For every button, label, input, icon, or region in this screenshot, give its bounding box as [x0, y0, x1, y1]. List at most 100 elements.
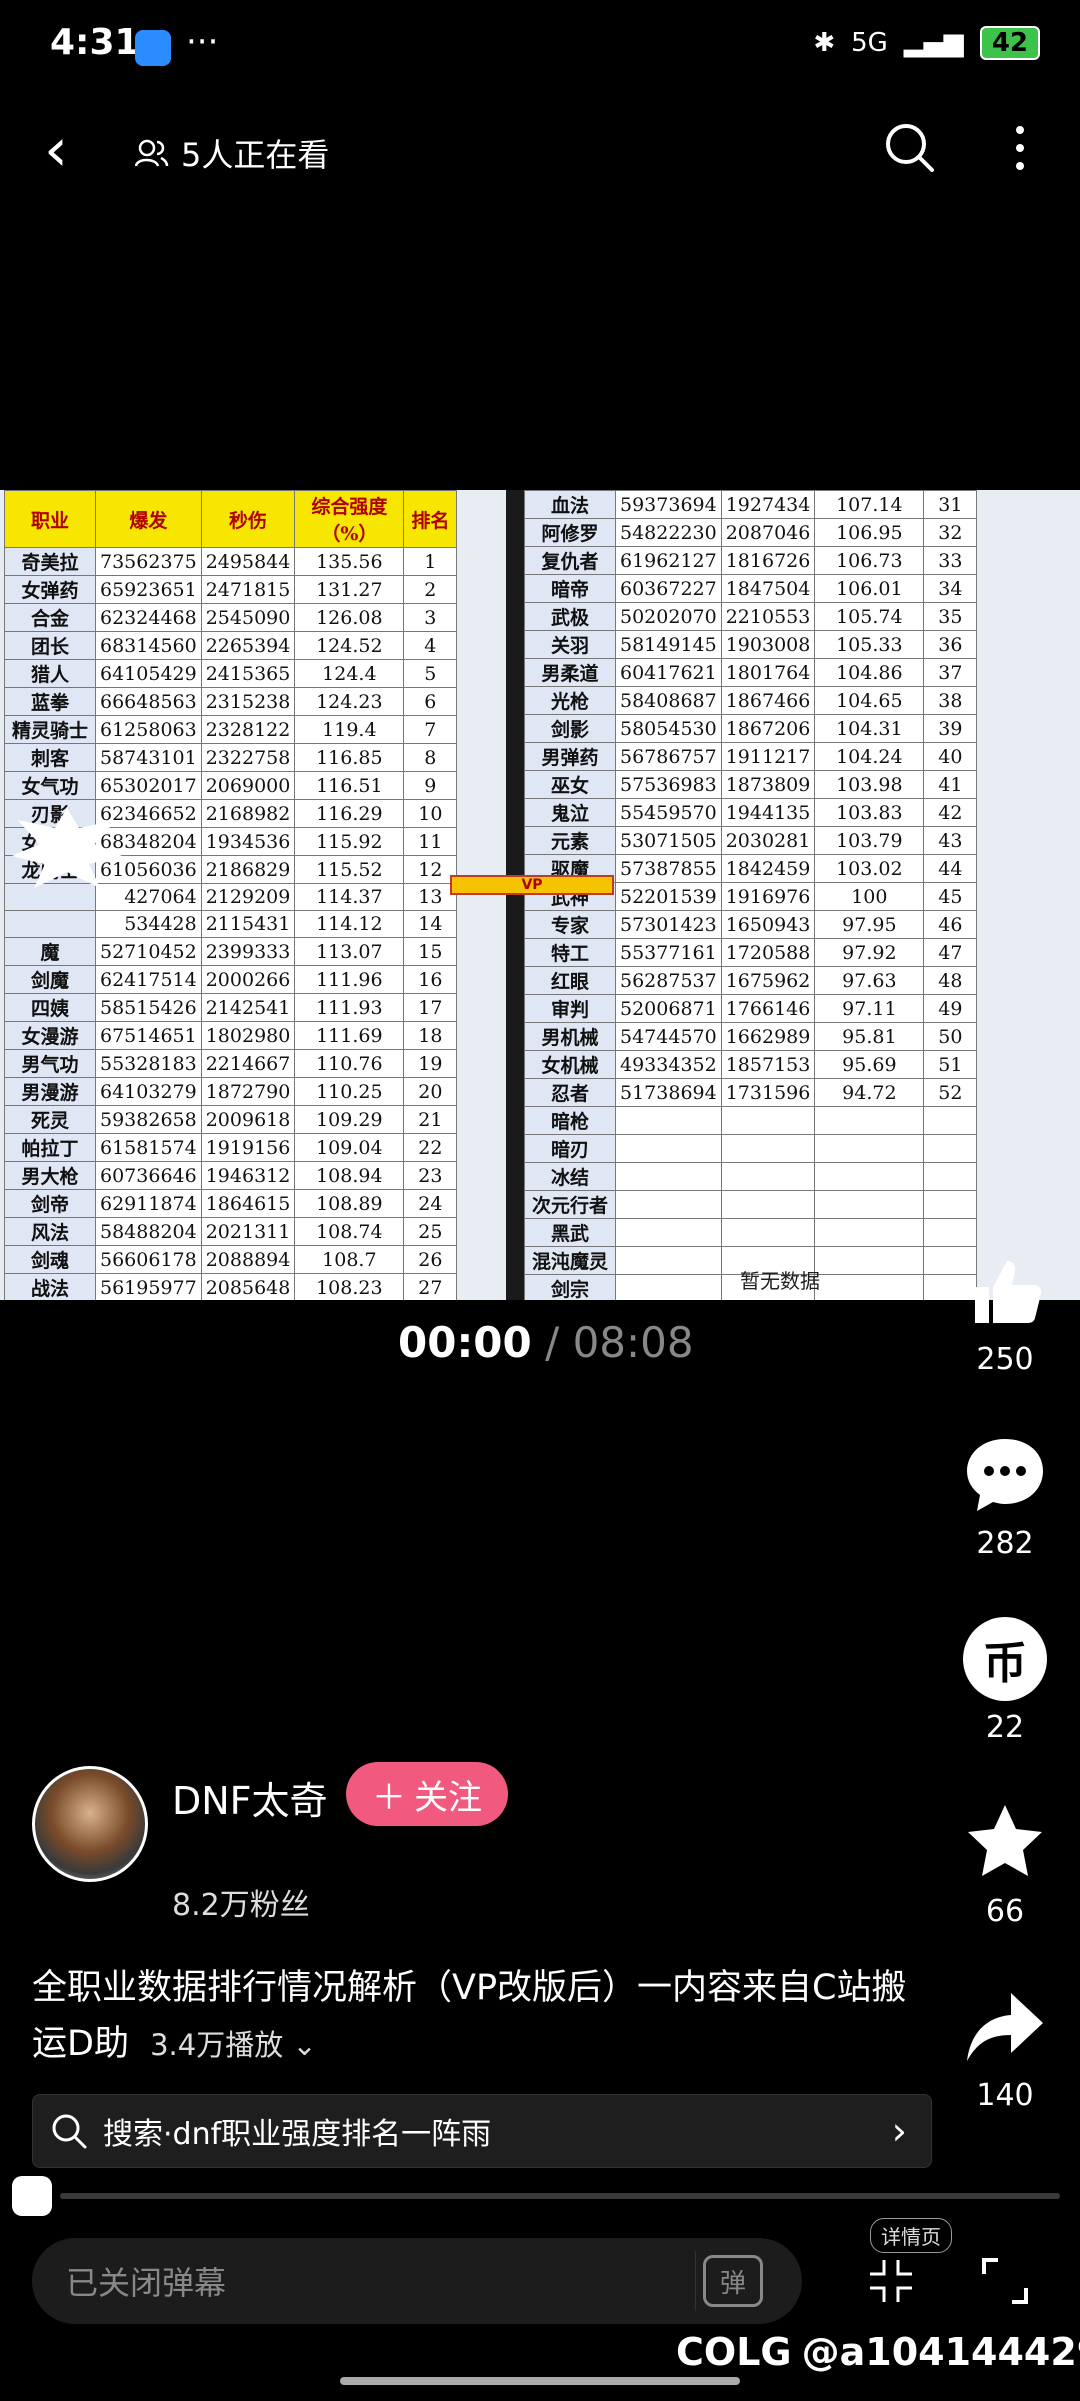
table-cell: 魔 — [4, 937, 96, 966]
table-row: 女漫游 67514651 1802980 111.69 18 — [4, 1021, 458, 1050]
comment-button[interactable]: 282 — [950, 1430, 1060, 1561]
exit-fullscreen-icon[interactable] — [866, 2256, 916, 2306]
favorite-count: 66 — [985, 1894, 1025, 1929]
table-row: 女弹药 65923651 2471815 131.27 2 — [4, 575, 458, 604]
table-cell: 103.79 — [814, 826, 925, 855]
table-cell: 95.69 — [814, 1050, 925, 1079]
progress-thumb-icon[interactable] — [12, 2176, 52, 2216]
table-cell: 60736646 — [95, 1161, 202, 1190]
table-row: 次元行者 — [524, 1190, 978, 1219]
table-cell: 暗枪 — [524, 1106, 616, 1135]
table-cell: 94.72 — [814, 1078, 925, 1107]
table-cell: 108.89 — [294, 1189, 405, 1218]
related-search-text: 搜索·dnf职业强度排名一阵雨 — [103, 2117, 492, 2152]
table-cell: 专家 — [524, 910, 616, 939]
table-cell: 1934536 — [200, 827, 296, 856]
home-indicator[interactable] — [340, 2377, 740, 2385]
table-cell — [814, 1274, 925, 1300]
table-cell — [615, 1274, 722, 1300]
favorite-button[interactable]: 66 — [950, 1798, 1060, 1929]
table-cell: 4 — [403, 631, 458, 660]
video-progress-bar[interactable] — [60, 2193, 1060, 2199]
current-time: 00:00 — [398, 1318, 532, 1367]
table-cell: 1801764 — [720, 658, 816, 687]
play-count[interactable]: 3.4万播放 ⌄ — [150, 2028, 317, 2062]
bluetooth-icon: ✱ — [813, 28, 836, 58]
table-cell: 2495844 — [200, 547, 296, 576]
like-button[interactable]: 250 — [950, 1246, 1060, 1377]
related-search-bar[interactable]: 搜索·dnf职业强度排名一阵雨 › — [32, 2094, 932, 2168]
table-row: 暗帝 60367227 1847504 106.01 34 — [524, 574, 978, 603]
table-row: 关羽 58149145 1903008 105.33 36 — [524, 630, 978, 659]
table-cell: 1842459 — [720, 854, 816, 883]
table-cell: 2115431 — [200, 910, 296, 938]
more-options-icon[interactable] — [1000, 118, 1040, 178]
author-name[interactable]: DNF太奇 — [172, 1770, 328, 1825]
table-cell: 52710452 — [95, 937, 202, 966]
table-cell: 男柔道 — [524, 658, 616, 687]
table-cell: 58743101 — [95, 743, 202, 772]
danmaku-icon: 弹 — [703, 2255, 763, 2307]
table-cell: 124.52 — [294, 631, 405, 660]
table-cell: 534428 — [95, 910, 202, 938]
fullscreen-icon[interactable] — [980, 2256, 1030, 2306]
table-cell: 7 — [403, 715, 458, 744]
table-cell: 1911217 — [720, 742, 816, 771]
table-cell: 特工 — [524, 938, 616, 967]
table-cell: 58488204 — [95, 1217, 202, 1246]
table-cell: 36 — [923, 630, 978, 659]
table-cell: 45 — [923, 882, 978, 911]
table-cell: 61581574 — [95, 1133, 202, 1162]
table-cell: 68348204 — [95, 827, 202, 856]
danmaku-toggle-button[interactable]: 弹 — [695, 2251, 770, 2311]
table-cell: 60367227 — [615, 574, 722, 603]
table-cell: 1675962 — [720, 966, 816, 995]
search-icon[interactable] — [880, 118, 940, 178]
coin-button[interactable]: 币 22 — [950, 1614, 1060, 1745]
table-cell: 104.24 — [814, 742, 925, 771]
back-icon[interactable]: ‹ — [44, 120, 84, 180]
video-title[interactable]: 全职业数据排行情况解析（VP改版后）一内容来自C站搬运D助 3.4万播放 ⌄ — [32, 1960, 932, 2073]
avatar[interactable] — [32, 1766, 148, 1882]
table-cell — [923, 1134, 978, 1163]
table-cell: 32 — [923, 518, 978, 547]
follow-button[interactable]: ＋ 关注 — [346, 1762, 508, 1826]
share-button[interactable]: 140 — [950, 1982, 1060, 2113]
table-row: 蓝拳 66648563 2315238 124.23 6 — [4, 687, 458, 716]
video-player[interactable]: 职业 爆发 秒伤 综合强度（%） 排名 奇美拉 73562375 2495844 135.56… — [0, 490, 1080, 1300]
table-cell: 58149145 — [615, 630, 722, 659]
table-cell: 光枪 — [524, 686, 616, 715]
table-row: 死灵 59382658 2009618 109.29 21 — [4, 1105, 458, 1134]
table-row: 男机械 54744570 1662989 95.81 50 — [524, 1022, 978, 1051]
table-cell: 43 — [923, 826, 978, 855]
table-cell: 104.86 — [814, 658, 925, 687]
table-cell: 64105429 — [95, 659, 202, 688]
table-cell: 124.23 — [294, 687, 405, 716]
table-cell: 104.31 — [814, 714, 925, 743]
table-cell: 97.63 — [814, 966, 925, 995]
table-cell: 109.04 — [294, 1133, 405, 1162]
table-cell — [720, 1134, 816, 1163]
time-separator: / — [545, 1318, 560, 1367]
table-cell: 18 — [403, 1021, 458, 1050]
table-cell: 1720588 — [720, 938, 816, 967]
table-cell: 2085648 — [200, 1273, 296, 1300]
table-row: 风法 58488204 2021311 108.74 25 — [4, 1217, 458, 1246]
table-row: 鬼泣 55459570 1944135 103.83 42 — [524, 798, 978, 827]
table-cell — [923, 1106, 978, 1135]
right-ranking-table: 血法 59373694 1927434 107.14 31 阿修罗 54822230 2087… — [524, 490, 978, 1300]
table-cell — [615, 1106, 722, 1135]
table-cell: 2 — [403, 575, 458, 604]
table-cell: 59373694 — [615, 490, 722, 519]
table-cell: 56287537 — [615, 966, 722, 995]
table-cell: 40 — [923, 742, 978, 771]
table-cell — [814, 1218, 925, 1247]
table-cell: 41 — [923, 770, 978, 799]
danmaku-input[interactable]: 已关闭弹幕 弹 — [32, 2238, 802, 2324]
table-cell: 帕拉丁 — [4, 1133, 96, 1162]
table-cell — [720, 1218, 816, 1247]
table-cell: 103.83 — [814, 798, 925, 827]
table-cell: 2210553 — [720, 602, 816, 631]
table-cell: 33 — [923, 546, 978, 575]
detail-page-tag[interactable]: 详情页 — [870, 2218, 952, 2253]
